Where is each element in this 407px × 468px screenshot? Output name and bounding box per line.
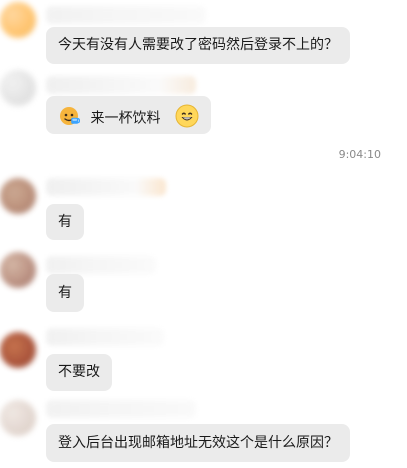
message-bubble: 登入后台出现邮箱地址无效这个是什么原因？ — [46, 424, 350, 462]
message-text: 有 — [58, 285, 72, 301]
message-text: 登入后台出现邮箱地址无效这个是什么原因？ — [58, 435, 338, 451]
message-bubble: 今天有没有人需要改了密码然后登录不上的？ — [46, 27, 350, 64]
avatar[interactable] — [0, 332, 36, 368]
message-bubble: 有 — [46, 274, 84, 312]
message-bubble: 来一杯饮料 — [46, 96, 211, 134]
sender-name — [46, 76, 196, 94]
sender-name — [46, 6, 206, 24]
sender-name — [46, 256, 156, 274]
sender-name — [46, 400, 196, 418]
message-bubble: 不要改 — [46, 354, 112, 391]
avatar[interactable] — [0, 400, 36, 436]
avatar[interactable] — [0, 70, 36, 106]
avatar[interactable] — [0, 252, 36, 288]
message-text: 有 — [58, 214, 72, 230]
message-text: 来一杯饮料 — [90, 110, 161, 127]
avatar[interactable] — [0, 2, 36, 38]
sender-name — [46, 328, 164, 346]
message-text: 不要改 — [58, 364, 100, 380]
sender-name — [46, 178, 166, 196]
grinning-face-icon — [175, 104, 199, 133]
message-text: 今天有没有人需要改了密码然后登录不上的？ — [58, 37, 338, 53]
drink-mascot-icon — [58, 106, 81, 131]
message-bubble: 有 — [46, 204, 84, 240]
chat-history: 今天有没有人需要改了密码然后登录不上的？ 来一杯饮料 9:04:10 有 有 不… — [0, 0, 407, 468]
message-timestamp: 9:04:10 — [338, 148, 381, 161]
avatar[interactable] — [0, 178, 36, 214]
